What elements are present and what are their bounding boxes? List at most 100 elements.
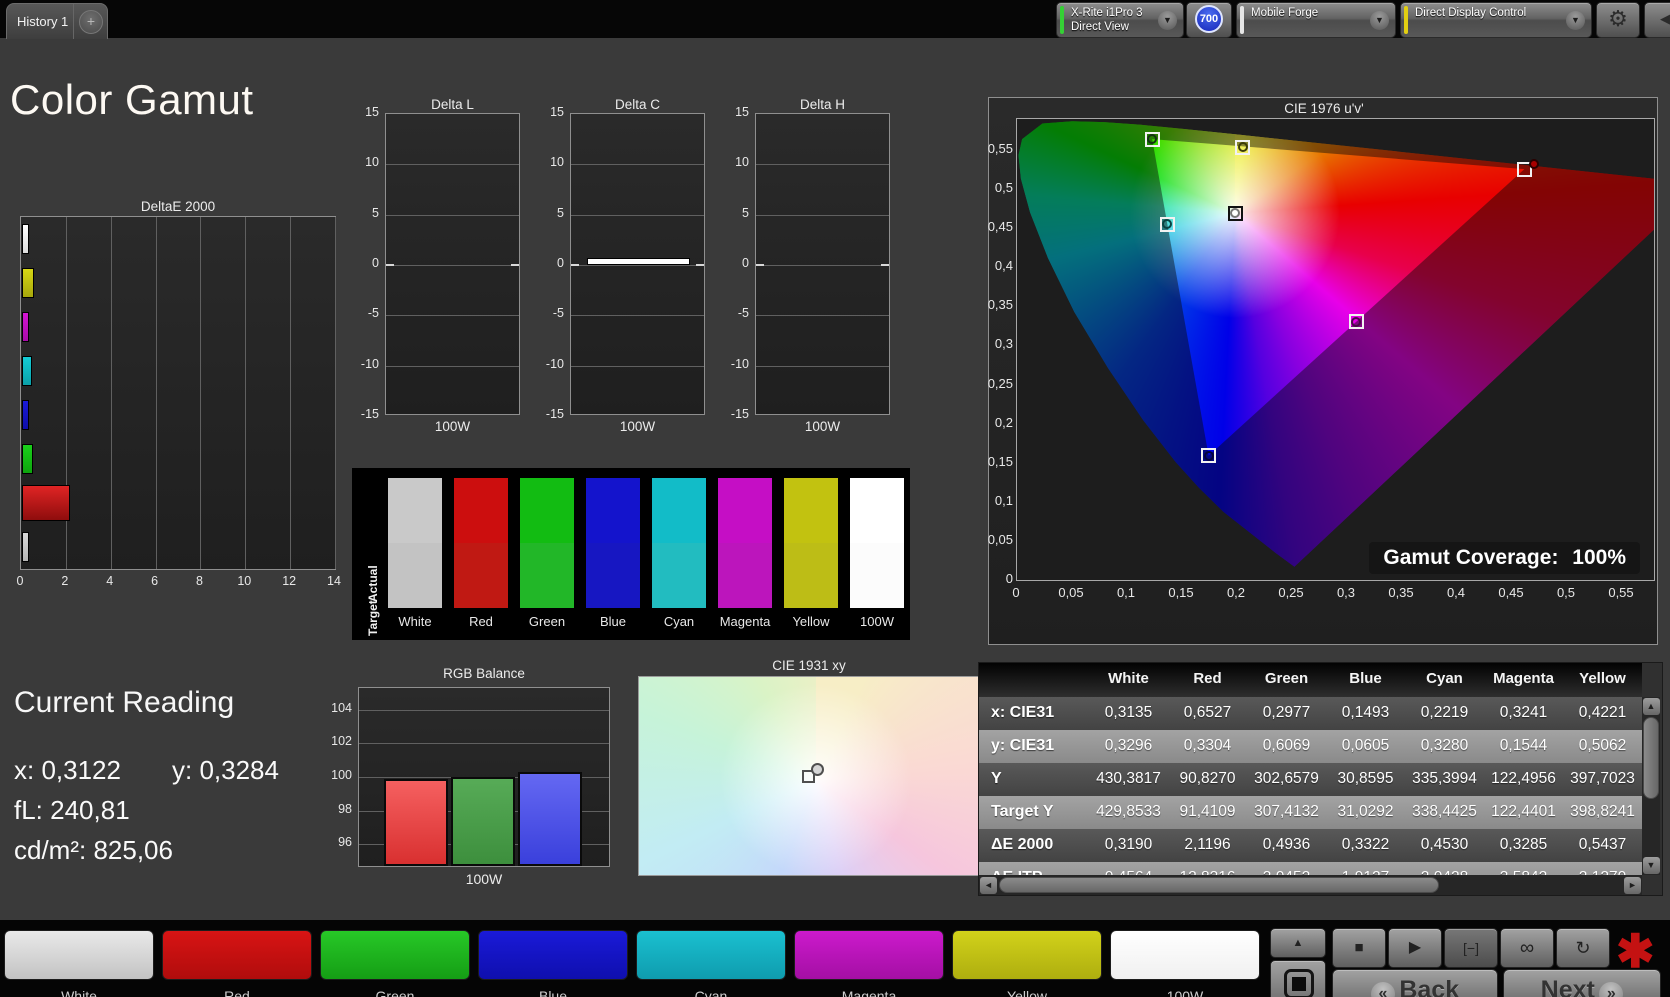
- delta-y-tick-label: 15: [528, 105, 564, 119]
- patch-button-100w[interactable]: [1110, 930, 1260, 980]
- table-cell: 0,1544: [1484, 737, 1563, 755]
- cie1976-y-tick-label: 0,55: [983, 141, 1013, 156]
- deltae-x-tick-label: 4: [98, 574, 122, 588]
- current-reading-title: Current Reading: [14, 686, 234, 720]
- scroll-left-arrow[interactable]: ◄: [980, 877, 997, 894]
- rgb-y-tick-label: 98: [320, 802, 352, 816]
- grid-line: [245, 217, 246, 569]
- cie1976-x-tick-label: 0,05: [1053, 585, 1089, 600]
- grid-line: [756, 164, 889, 165]
- grid-line: [200, 217, 201, 569]
- grid-line: [290, 217, 291, 569]
- cie1976-x-tick-label: 0,35: [1383, 585, 1419, 600]
- measure-once-button[interactable]: ▶: [1388, 928, 1442, 968]
- deltae-bar-cyan: [22, 356, 32, 386]
- table-column-header-cyan: Cyan: [1405, 670, 1484, 687]
- source-dropdown[interactable]: Mobile Forge ▼: [1236, 2, 1396, 38]
- table-column-header-white: White: [1089, 670, 1168, 687]
- unsaved-indicator-icon: ✱: [1616, 924, 1655, 978]
- table-cell: 335,3994: [1405, 770, 1484, 788]
- reading-cdm2: cd/m²: 825,06: [14, 835, 173, 866]
- meter-sync-button[interactable]: 700: [1186, 2, 1232, 38]
- back-label: Back: [1399, 976, 1459, 997]
- settings-button[interactable]: ⚙: [1596, 2, 1640, 38]
- rgb-bar-red: [384, 779, 448, 866]
- cie1976-y-tick-label: 0,35: [983, 297, 1013, 312]
- grid-line: [756, 215, 889, 216]
- table-cell: 0,3285: [1484, 836, 1563, 854]
- table-cell: 0,4936: [1247, 836, 1326, 854]
- patch-button-label: 100W: [1110, 988, 1260, 997]
- scroll-down-arrow[interactable]: ▼: [1643, 857, 1660, 874]
- delta-bar: [587, 258, 690, 265]
- tab-history[interactable]: History 1: [7, 14, 73, 29]
- grid-line: [571, 215, 704, 216]
- top-bar: History 1 + X-Rite i1Pro 3 Direct View ▼…: [0, 0, 1670, 38]
- interval-measure-button[interactable]: [−]: [1444, 928, 1498, 968]
- patch-button-blue[interactable]: [478, 930, 628, 980]
- rgb-y-tick-label: 100: [320, 768, 352, 782]
- cie1976-y-tick-label: 0,1: [983, 493, 1013, 508]
- cie1976-x-tick-label: 0,4: [1438, 585, 1474, 600]
- continuous-measure-button[interactable]: ∞: [1500, 928, 1554, 968]
- reading-y: y: 0,3284: [172, 755, 279, 786]
- delta-chart-delta-h: [755, 113, 890, 415]
- delta-y-tick-label: 0: [713, 256, 749, 270]
- table-cell: 397,7023: [1563, 770, 1642, 788]
- table-cell: 0,4221: [1563, 704, 1642, 722]
- table-vertical-scroll-thumb[interactable]: [1643, 717, 1659, 799]
- table-row-label: Target Y: [991, 803, 1054, 821]
- strip-swatch-actual-blue: [586, 478, 640, 543]
- table-cell: 2,1196: [1168, 836, 1247, 854]
- target-row-label: Target: [366, 556, 380, 636]
- deltae-x-tick-label: 2: [53, 574, 77, 588]
- strip-swatch-label: White: [388, 614, 442, 629]
- strip-swatch-actual-cyan: [652, 478, 706, 543]
- table-horizontal-scroll-thumb[interactable]: [999, 877, 1439, 893]
- refresh-button[interactable]: ↻: [1556, 928, 1610, 968]
- scroll-up-arrow[interactable]: ▲: [1643, 698, 1660, 715]
- grid-line: [386, 215, 519, 216]
- table-cell: 0,5437: [1563, 836, 1642, 854]
- patch-button-yellow[interactable]: [952, 930, 1102, 980]
- table-cell: 429,8533: [1089, 803, 1168, 821]
- cie1976-plot: Gamut Coverage: 100%: [1016, 118, 1655, 581]
- table-row-label: y: CIE31: [991, 737, 1054, 755]
- scroll-patches-up-button[interactable]: ▲: [1270, 928, 1326, 958]
- patch-button-label: Cyan: [636, 988, 786, 997]
- delta-y-tick-label: -10: [528, 357, 564, 371]
- patch-button-green[interactable]: [320, 930, 470, 980]
- patch-button-label: Green: [320, 988, 470, 997]
- meter-dropdown[interactable]: X-Rite i1Pro 3 Direct View ▼: [1056, 2, 1184, 38]
- collapse-panel-button[interactable]: ◀: [1644, 2, 1670, 38]
- scroll-right-arrow[interactable]: ►: [1624, 877, 1641, 894]
- grid-line: [335, 217, 336, 569]
- chevron-down-icon[interactable]: ▼: [1158, 11, 1177, 30]
- patch-button-white[interactable]: [4, 930, 154, 980]
- display-control-name: Direct Display Control: [1415, 7, 1526, 19]
- table-cell: 0,3241: [1484, 704, 1563, 722]
- add-tab-button[interactable]: +: [79, 10, 103, 34]
- strip-swatch-target-cyan: [652, 543, 706, 608]
- delta-y-tick-label: -5: [713, 306, 749, 320]
- back-button[interactable]: « Back: [1332, 969, 1498, 997]
- display-control-dropdown[interactable]: Direct Display Control ▼: [1400, 2, 1592, 38]
- table-cell: 302,6579: [1247, 770, 1326, 788]
- chevron-down-icon[interactable]: ▼: [1370, 11, 1389, 30]
- patch-button-cyan[interactable]: [636, 930, 786, 980]
- table-cell: 31,0292: [1326, 803, 1405, 821]
- delta-y-tick-label: -10: [343, 357, 379, 371]
- patch-button-red[interactable]: [162, 930, 312, 980]
- display-window-button[interactable]: [1270, 960, 1326, 997]
- delta-y-tick-label: 5: [713, 206, 749, 220]
- chevron-down-icon[interactable]: ▼: [1566, 11, 1585, 30]
- rgb-bar-green: [451, 777, 515, 866]
- stop-measure-button[interactable]: ■: [1332, 928, 1386, 968]
- table-cell: 122,4956: [1484, 770, 1563, 788]
- app-window: History 1 + X-Rite i1Pro 3 Direct View ▼…: [0, 0, 1670, 997]
- cie1976-y-tick-label: 0,15: [983, 454, 1013, 469]
- table-cell: 0,3322: [1326, 836, 1405, 854]
- patch-button-magenta[interactable]: [794, 930, 944, 980]
- deltae2000-chart-title: DeltaE 2000: [20, 199, 336, 214]
- table-cell: 430,3817: [1089, 770, 1168, 788]
